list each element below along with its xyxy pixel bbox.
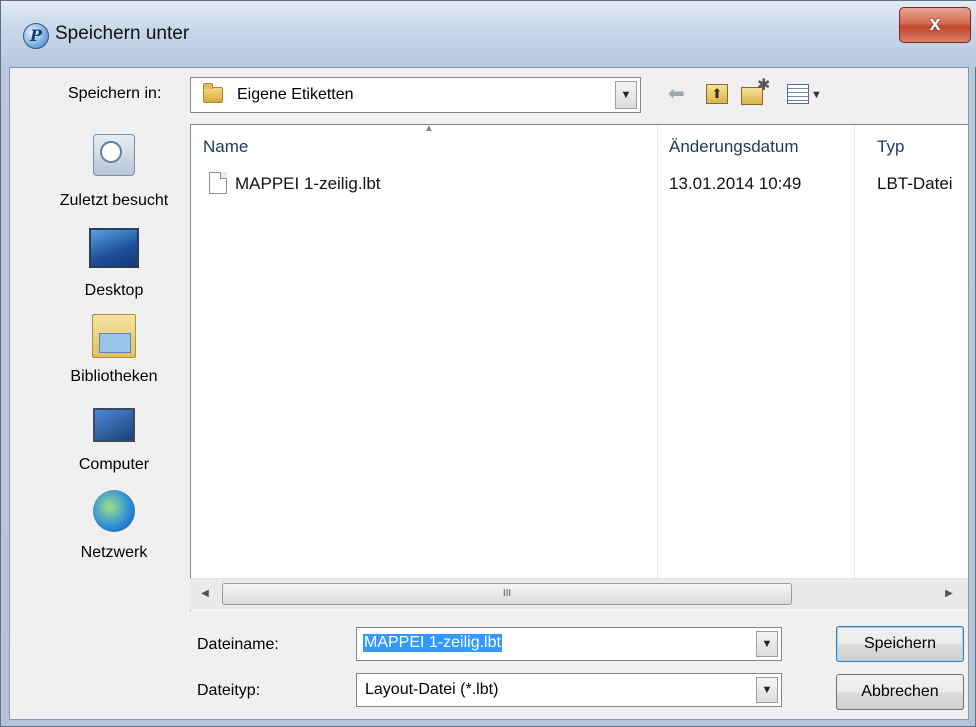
filename-value[interactable]: MAPPEI 1-zeilig.lbt [363, 634, 502, 652]
view-menu-icon[interactable] [787, 84, 809, 104]
sort-ascending-icon: ▲ [424, 123, 434, 134]
column-header-type[interactable]: Typ [877, 125, 904, 165]
network-icon [93, 490, 135, 532]
new-folder-star-icon: ✱ [757, 77, 771, 94]
place-libraries[interactable]: Bibliotheken [39, 314, 189, 386]
chevron-down-icon[interactable]: ▼ [756, 631, 778, 657]
scroll-right-icon[interactable]: ▶ [940, 585, 958, 603]
file-icon [209, 172, 227, 194]
chevron-down-icon[interactable]: ▼ [615, 81, 637, 109]
up-folder-icon[interactable]: ⬆ [706, 84, 728, 104]
save-in-label: Speichern in: [68, 85, 162, 102]
places-bar: Zuletzt besucht Desktop Bibliotheken Com… [39, 124, 189, 611]
recent-places-icon [93, 134, 135, 176]
app-icon: P [23, 23, 49, 49]
filetype-select[interactable]: Layout-Datei (*.lbt) ▼ [356, 673, 782, 707]
save-in-value: Eigene Etiketten [237, 86, 354, 103]
computer-icon [93, 408, 135, 442]
back-arrow-icon[interactable]: ⬅ [668, 82, 685, 106]
place-recent[interactable]: Zuletzt besucht [39, 134, 189, 210]
cancel-button[interactable]: Abbrechen [836, 674, 964, 710]
file-name: MAPPEI 1-zeilig.lbt [235, 174, 381, 193]
file-modified: 13.01.2014 10:49 [669, 174, 802, 193]
libraries-icon [92, 314, 136, 358]
chevron-down-icon[interactable]: ▼ [756, 677, 778, 703]
dialog-title: Speichern unter [55, 23, 190, 44]
view-menu-chevron-icon[interactable]: ▼ [811, 83, 822, 107]
close-button[interactable]: x [899, 7, 971, 43]
column-divider[interactable] [854, 125, 855, 589]
column-divider[interactable] [657, 125, 658, 589]
place-label: Bibliotheken [70, 368, 158, 385]
column-header-name[interactable]: Name [203, 125, 248, 165]
file-type: LBT-Datei [877, 174, 953, 193]
place-label: Zuletzt besucht [59, 192, 169, 209]
file-list[interactable]: ▲ Name Änderungsdatum Typ MAPPEI 1-zeili… [190, 123, 968, 611]
place-label: Computer [78, 456, 150, 473]
save-in-combobox[interactable]: Eigene Etiketten ▼ [190, 77, 641, 113]
save-as-dialog: P Speichern unter x Speichern in: Eigene… [0, 0, 976, 727]
desktop-icon [89, 228, 139, 268]
place-label: Desktop [84, 282, 144, 299]
save-button[interactable]: Speichern [836, 626, 964, 662]
filename-input[interactable]: MAPPEI 1-zeilig.lbt ▼ [356, 627, 782, 661]
filename-label: Dateiname: [197, 636, 279, 653]
title-bar[interactable]: P Speichern unter x [1, 1, 976, 67]
horizontal-scrollbar[interactable]: ◀ III ▶ [190, 578, 968, 610]
filetype-label: Dateityp: [197, 682, 261, 699]
scroll-left-icon[interactable]: ◀ [196, 585, 214, 603]
place-label: Netzwerk [80, 544, 148, 561]
filetype-value: Layout-Datei (*.lbt) [365, 681, 499, 698]
place-network[interactable]: Netzwerk [39, 490, 189, 562]
place-computer[interactable]: Computer [39, 408, 189, 474]
column-header-modified[interactable]: Änderungsdatum [669, 125, 798, 165]
folder-icon [203, 83, 223, 103]
place-desktop[interactable]: Desktop [39, 228, 189, 300]
scrollbar-thumb[interactable]: III [222, 583, 792, 605]
